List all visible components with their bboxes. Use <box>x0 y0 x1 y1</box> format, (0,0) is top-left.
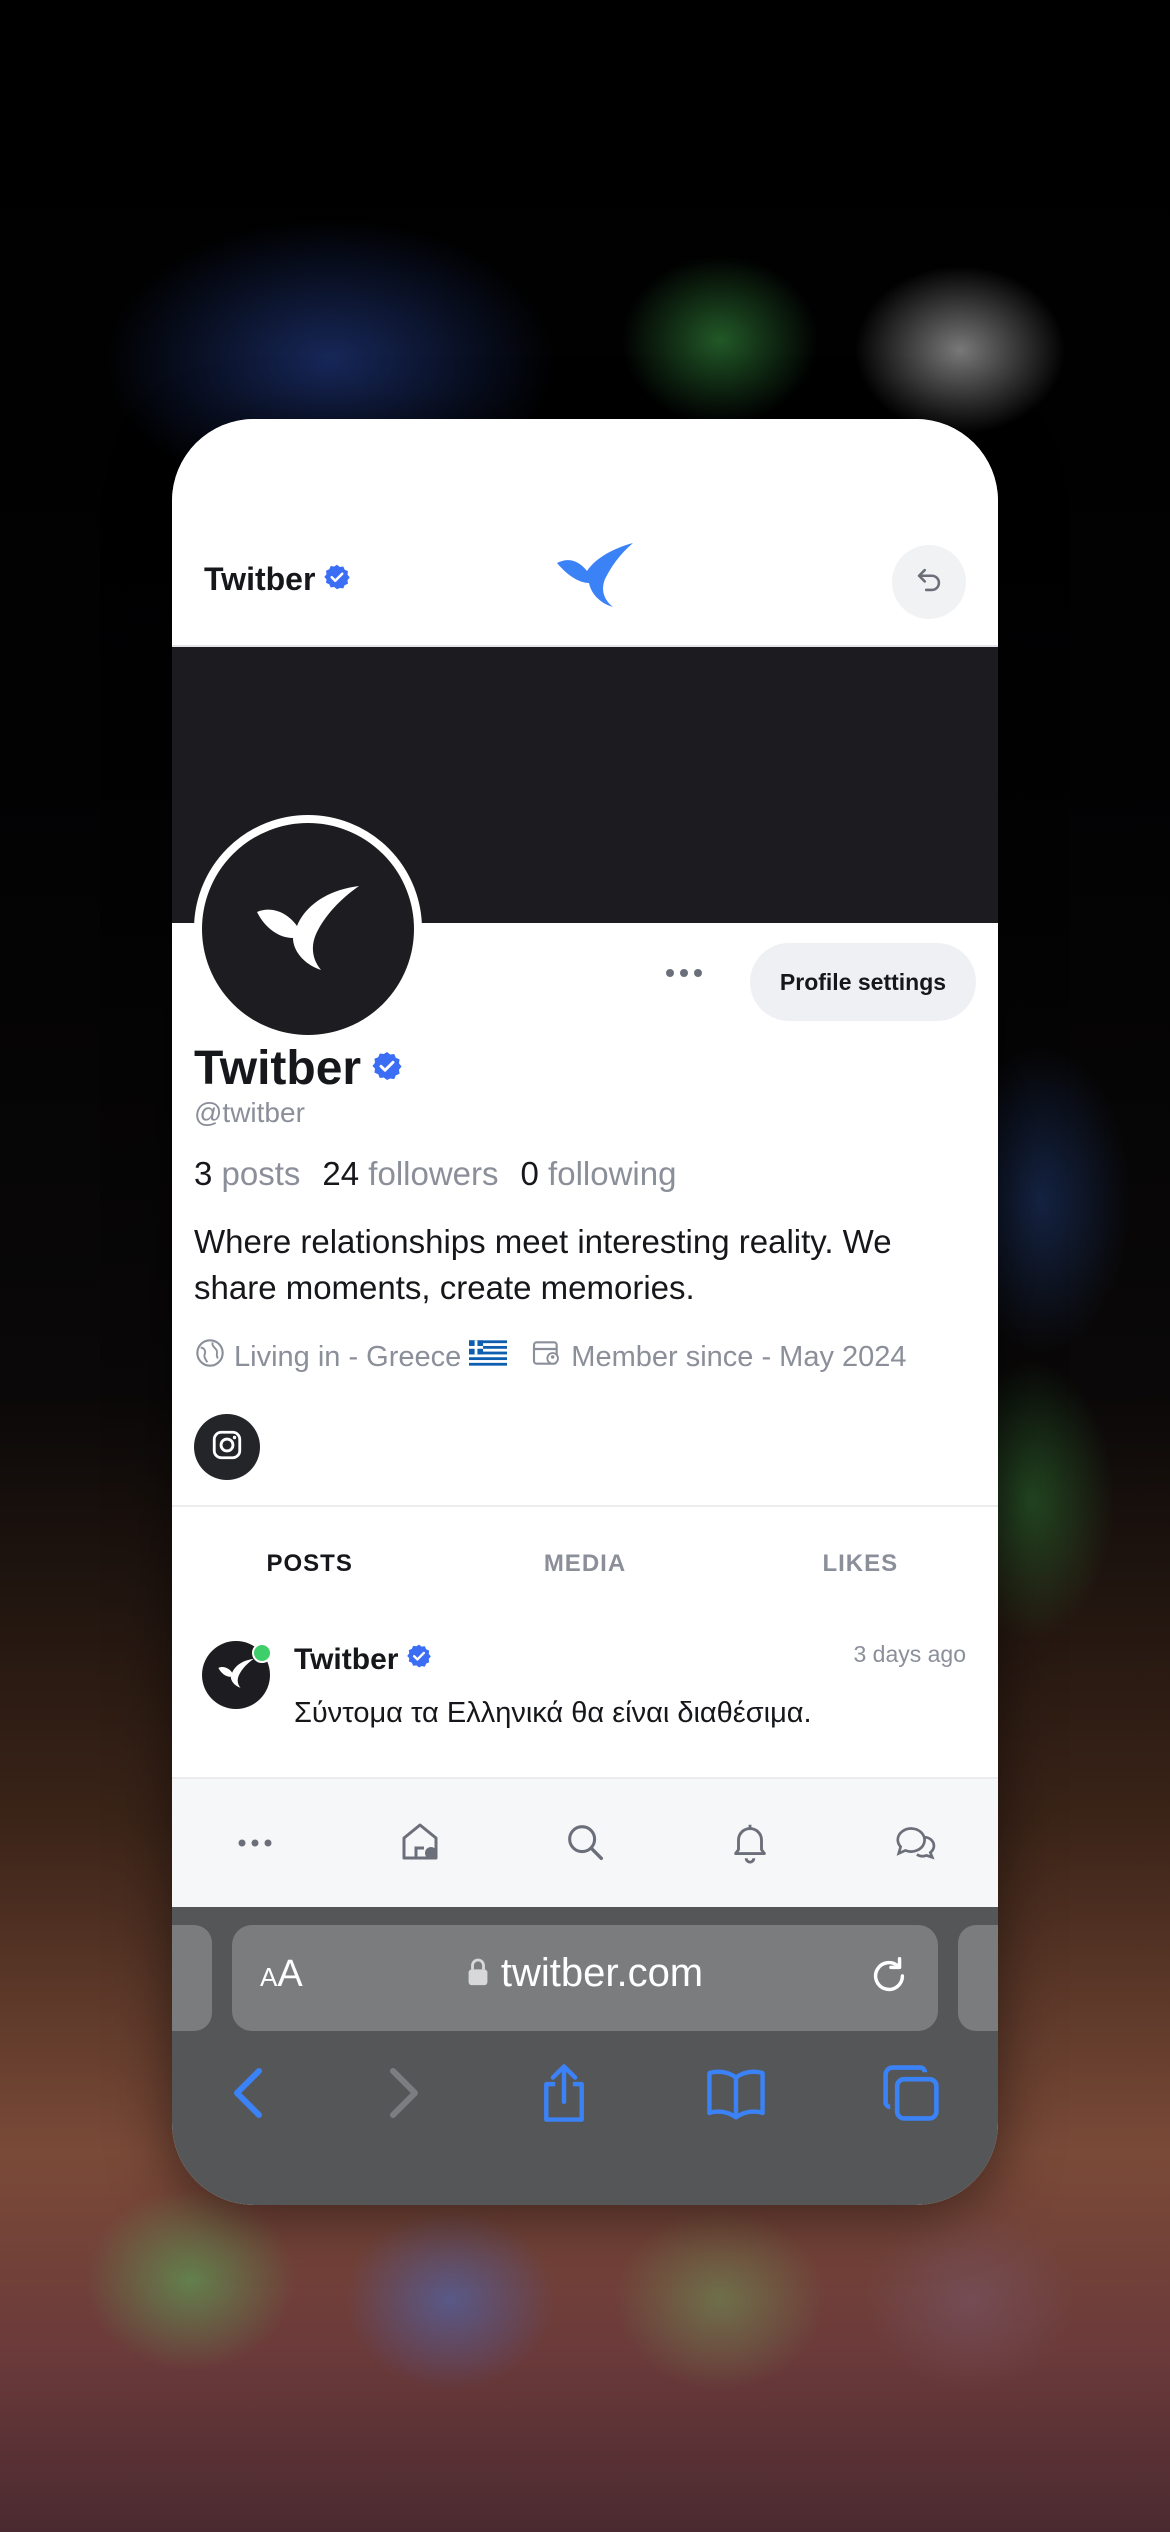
top-bar: Twitber <box>172 419 998 647</box>
following-stat[interactable]: 0 following <box>521 1155 677 1193</box>
brand-name: Twitber <box>204 561 316 597</box>
profile-name-row: Twitber <box>194 1041 403 1096</box>
undo-button[interactable] <box>892 545 966 619</box>
handle: @twitber <box>194 1097 305 1128</box>
profile-meta: Living in - Greece Member since - May 20… <box>194 1337 907 1377</box>
member-since-text: Member since - May 2024 <box>571 1340 907 1373</box>
post-text: Σύντομα τα Ελληνικά θα είναι διαθέσιμα. <box>294 1697 812 1729</box>
reload-icon <box>866 1957 912 2003</box>
tab-media[interactable]: MEDIA <box>447 1507 722 1621</box>
location-text: Living in - Greece <box>234 1340 462 1373</box>
app-switcher-card[interactable]: Twitber Profile settings Twitber @twitbe… <box>172 419 998 2205</box>
back-arrow-icon <box>229 2067 269 2125</box>
tabs-button[interactable] <box>881 2063 941 2128</box>
following-count: 0 <box>520 1155 539 1192</box>
profile-tabs: POSTS MEDIA LIKES <box>172 1505 998 1625</box>
bell-icon <box>727 1819 773 1870</box>
profile-settings-button[interactable]: Profile settings <box>750 943 976 1021</box>
search-icon <box>562 1819 608 1870</box>
instagram-link[interactable] <box>194 1414 260 1480</box>
tab-posts[interactable]: POSTS <box>172 1507 448 1625</box>
more-icon <box>664 966 704 984</box>
followers-stat[interactable]: 24 followers <box>322 1155 498 1193</box>
followers-label: followers <box>368 1155 499 1192</box>
lock-icon <box>467 1951 489 1996</box>
member-since-item: Member since - May 2024 <box>529 1337 907 1377</box>
calendar-user-icon <box>529 1337 563 1377</box>
profile-stats: 3 posts 24 followers 0 following <box>194 1155 676 1193</box>
post-author[interactable]: Twitber <box>294 1643 432 1677</box>
posts-count: 3 <box>194 1155 213 1192</box>
tabs-icon <box>881 2064 941 2127</box>
back-button[interactable] <box>229 2065 269 2126</box>
browser-tools <box>172 2045 998 2145</box>
online-status-dot <box>252 1643 272 1663</box>
verified-badge-icon <box>406 1643 432 1677</box>
url-text: twitber.com <box>500 1951 704 1995</box>
share-button[interactable] <box>537 2062 591 2129</box>
globe-icon <box>194 1337 226 1377</box>
reload-button[interactable] <box>866 1953 912 2004</box>
forward-arrow-icon <box>383 2067 423 2125</box>
following-label: following <box>548 1155 677 1192</box>
next-tab-preview[interactable] <box>958 1925 998 2031</box>
brand[interactable]: Twitber <box>204 561 351 598</box>
home-icon <box>396 1818 444 1871</box>
nav-more-button[interactable] <box>223 1812 287 1876</box>
previous-tab-preview[interactable] <box>172 1925 212 2031</box>
post-author-name: Twitber <box>294 1643 399 1676</box>
posts-label: posts <box>221 1155 301 1192</box>
bird-logo-icon <box>217 1657 255 1694</box>
tab-likes[interactable]: LIKES <box>723 1507 998 1621</box>
address-bar[interactable]: AA twitber.com <box>232 1925 938 2031</box>
avatar[interactable] <box>194 815 422 1043</box>
post-item[interactable]: Twitber 3 days ago Σύντομα τα Ελληνικά θ… <box>172 1619 998 1777</box>
greece-flag-icon <box>469 1340 508 1374</box>
bird-logo-icon[interactable] <box>555 541 635 614</box>
nav-notifications-button[interactable] <box>718 1812 782 1876</box>
bottom-nav <box>172 1777 998 1909</box>
share-icon <box>537 2063 591 2128</box>
post-time: 3 days ago <box>853 1641 966 1667</box>
posts-stat[interactable]: 3 posts <box>194 1155 300 1193</box>
instagram-icon <box>210 1428 244 1467</box>
browser-toolbar: AA twitber.com <box>172 1907 998 2205</box>
bookmarks-icon <box>705 2069 767 2124</box>
bookmarks-button[interactable] <box>705 2066 767 2125</box>
forward-button[interactable] <box>383 2065 423 2126</box>
display-name: Twitber <box>194 1042 362 1095</box>
verified-badge-icon <box>323 563 351 596</box>
more-options-button[interactable] <box>656 947 712 1003</box>
chat-icon <box>891 1819 939 1870</box>
location-item: Living in - Greece <box>194 1337 508 1377</box>
url-display[interactable]: twitber.com <box>232 1951 938 1996</box>
nav-search-button[interactable] <box>553 1812 617 1876</box>
nav-home-button[interactable] <box>388 1812 452 1876</box>
bio: Where relationships meet interesting rea… <box>194 1223 892 1306</box>
undo-icon <box>912 563 946 602</box>
more-icon <box>237 1835 273 1853</box>
bird-logo-icon <box>253 882 363 977</box>
nav-messages-button[interactable] <box>883 1812 947 1876</box>
verified-badge-icon <box>371 1050 403 1087</box>
followers-count: 24 <box>322 1155 360 1192</box>
